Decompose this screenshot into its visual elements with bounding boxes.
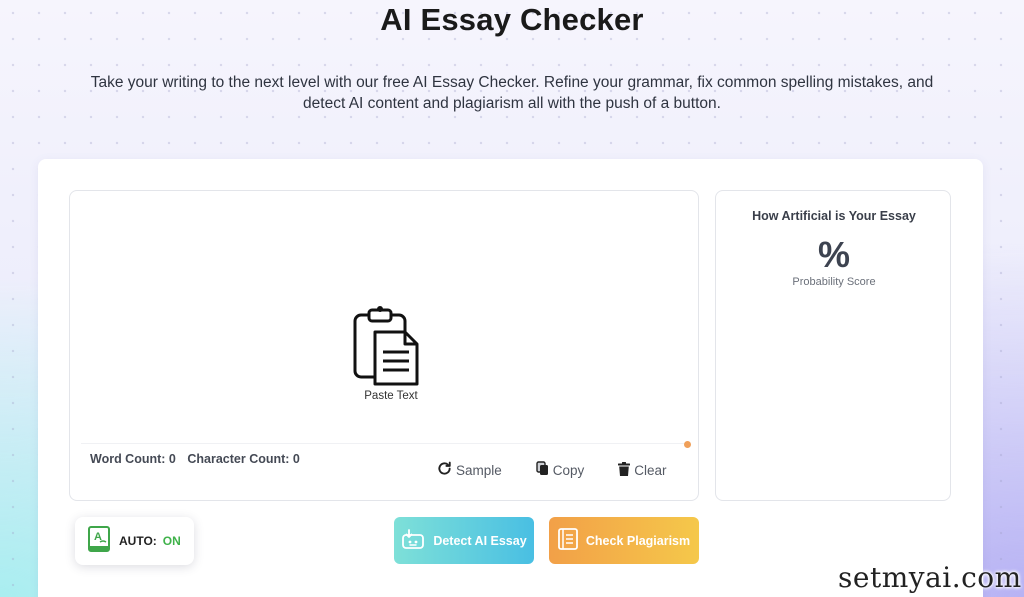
word-count: Word Count: 0 (90, 452, 176, 466)
clear-label: Clear (634, 462, 667, 478)
paste-text-button[interactable]: Paste Text (349, 306, 433, 406)
auto-check-toggle[interactable]: A AUTO: ON (75, 517, 194, 565)
editor-actions: Sample Copy Clear (437, 461, 667, 479)
essay-input[interactable]: Paste Text (81, 202, 691, 448)
auto-state: ON (162, 534, 181, 548)
character-count: Character Count: 0 (187, 452, 300, 466)
robot-box-icon (401, 527, 425, 554)
check-plagiarism-button[interactable]: Check Plagiarism (549, 517, 699, 564)
detect-ai-essay-label: Detect AI Essay (433, 533, 527, 548)
page-subtitle: Take your writing to the next level with… (90, 74, 934, 112)
sample-label: Sample (456, 462, 502, 478)
status-dot (684, 441, 691, 448)
probability-score-value: % (817, 234, 850, 275)
essay-editor: Paste Text Word Count: 0 Character Count… (69, 190, 699, 501)
sample-button[interactable]: Sample (437, 461, 502, 479)
copy-icon (536, 461, 549, 479)
ai-score-title: How Artificial is Your Essay (752, 209, 916, 223)
page-title: AI Essay Checker (380, 2, 644, 37)
copy-button[interactable]: Copy (536, 461, 585, 479)
paste-text-label: Paste Text (364, 390, 418, 402)
probability-score-label: Probability Score (792, 276, 876, 288)
check-plagiarism-label: Check Plagiarism (585, 533, 691, 548)
auto-label: AUTO: (119, 534, 157, 548)
clipboard-paste-icon (349, 306, 433, 388)
count-bar: Word Count: 0 Character Count: 0 (90, 452, 308, 466)
trash-icon (618, 461, 631, 479)
watermark: setmyai.com (838, 561, 1022, 594)
grammar-book-icon: A (88, 525, 110, 557)
clear-button[interactable]: Clear (618, 461, 667, 479)
refresh-icon (437, 461, 452, 479)
ai-score-panel: How Artificial is Your Essay % Probabili… (715, 190, 951, 501)
detect-ai-essay-button[interactable]: Detect AI Essay (394, 517, 534, 564)
copy-label: Copy (552, 462, 585, 478)
document-list-icon (557, 528, 578, 553)
